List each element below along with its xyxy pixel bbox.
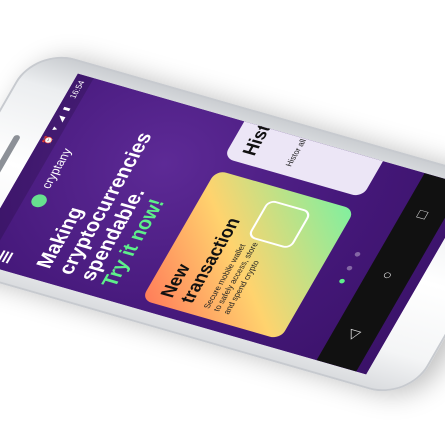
pager-dot[interactable] bbox=[346, 264, 354, 271]
home-icon[interactable]: ○ bbox=[377, 269, 397, 281]
logo-mark-icon bbox=[28, 192, 50, 209]
phone-screen: ⏰ ▾ ◢ ▮ 16:54 cryptany Making cryptocurr… bbox=[0, 73, 445, 375]
card-title: Hist bbox=[238, 122, 276, 158]
phone-device: ⏰ ▾ ◢ ▮ 16:54 cryptany Making cryptocurr… bbox=[0, 47, 445, 401]
back-icon[interactable]: ◁ bbox=[342, 328, 364, 342]
stage: ⏰ ▾ ◢ ▮ 16:54 cryptany Making cryptocurr… bbox=[0, 0, 445, 447]
card-description: Histor all tr bbox=[283, 131, 312, 168]
menu-icon[interactable] bbox=[0, 250, 14, 264]
recents-icon[interactable]: □ bbox=[412, 208, 432, 220]
pager-dot[interactable] bbox=[353, 251, 362, 258]
pager-dot-active[interactable] bbox=[338, 278, 346, 285]
